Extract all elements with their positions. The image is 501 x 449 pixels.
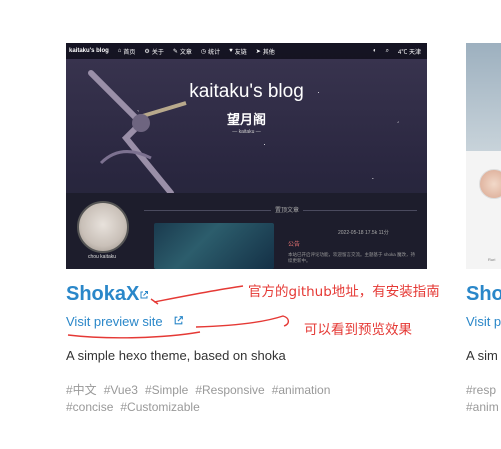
thumbnail-hero-title: kaitaku's blog	[189, 81, 304, 102]
annotation-preview-note: 可以看到预览效果	[304, 322, 412, 338]
thumbnail-nav-home: ⌂ 首页	[117, 48, 136, 56]
theme-description-2: A sim	[466, 348, 498, 363]
thumbnail-nav-stats: ◷ 统计	[200, 48, 221, 56]
visit-preview-link[interactable]: Visit preview site	[66, 314, 163, 329]
theme-title-link[interactable]: ShokaX	[66, 283, 139, 306]
tag-list-2: #resp #anim	[466, 382, 499, 416]
thumbnail-avatar-name: Ruri	[488, 257, 496, 262]
tag[interactable]: #Customizable	[120, 400, 199, 414]
tag[interactable]: #concise	[66, 400, 113, 414]
theme-toggle-icon: ◐	[372, 48, 377, 54]
thumbnail-navbar: kaitaku's blog ⌂ 首页 ⚙ 关于 ✎ 文章 ◷ 统计 ♥ 友链 …	[66, 43, 427, 59]
theme-preview-thumbnail-2[interactable]: Ruri 23	[466, 43, 501, 269]
tag[interactable]: #Simple	[145, 383, 188, 397]
thumbnail-notice-title: 公告	[288, 242, 301, 248]
thumbnail-nav-links: ♥ 友链	[229, 48, 247, 56]
tag[interactable]: #animation	[272, 383, 331, 397]
thumbnail-brand: kaitaku's blog	[69, 48, 109, 54]
thumbnail-avatar	[479, 169, 501, 199]
thumbnail-pinned-label: 置顶文章	[271, 205, 304, 214]
theme-description: A simple hexo theme, based on shoka	[66, 348, 286, 363]
tag[interactable]: #Responsive	[195, 383, 264, 397]
thumbnail-nav-right: ◐ ⌕ 4℃ 天津	[373, 47, 421, 56]
thumbnail-nav-other: ➤ 其他	[255, 48, 275, 56]
thumbnail-header-image	[466, 43, 501, 151]
thumbnail-avatar-name: chou kaitaku	[87, 254, 117, 260]
annotation-github-note: 官方的github地址，有安装指南	[248, 284, 440, 300]
thumbnail-nav-about: ⚙ 关于	[144, 48, 164, 56]
thumbnail-nav-posts: ✎ 文章	[172, 48, 192, 56]
thumbnail-notice-text: 本站已开启评论功能，欢迎留言交流。主题基于 shoka 魔改，持续更新中。	[288, 252, 416, 263]
tag[interactable]: #Vue3	[104, 383, 138, 397]
external-link-icon[interactable]	[139, 290, 149, 300]
tag-list: #中文 #Vue3 #Simple #Responsive #animation #con…	[66, 382, 396, 416]
tag[interactable]: #中文	[66, 383, 97, 397]
tag[interactable]: #resp	[466, 383, 496, 397]
tag[interactable]: #anim	[466, 400, 499, 414]
thumbnail-weather: 4℃ 天津	[397, 49, 421, 56]
thumbnail-article-cover	[154, 223, 274, 269]
external-link-icon[interactable]	[173, 315, 184, 326]
search-icon: ⌕	[385, 47, 389, 54]
thumbnail-hero-author: — kaitaku —	[232, 129, 261, 135]
visit-preview-link-2[interactable]: Visit p	[466, 314, 501, 329]
theme-title-link-2[interactable]: Sho	[466, 283, 501, 306]
theme-preview-thumbnail[interactable]: kaitaku's blog ⌂ 首页 ⚙ 关于 ✎ 文章 ◷ 统计 ♥ 友链 …	[66, 43, 427, 269]
thumbnail-hero-subtitle: 望月阁	[226, 113, 266, 128]
thumbnail-avatar	[77, 201, 129, 253]
thumbnail-article-meta: 2022-05-18 17.5k 11分	[338, 230, 389, 236]
